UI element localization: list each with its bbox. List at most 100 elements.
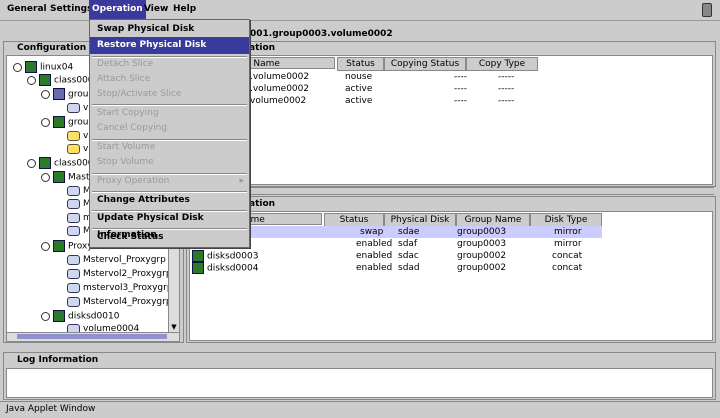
tree-label: class000 (54, 75, 94, 86)
volume-icon (67, 296, 80, 307)
table-cell: concat (552, 263, 583, 273)
disk-info-panel: ation ame Status Physical Disk Group Nam… (186, 196, 716, 343)
table-cell: ----- (498, 96, 515, 106)
tree-label: linux04 (40, 62, 74, 73)
disk-icon (192, 262, 204, 274)
disk-name: disksd0004 (207, 263, 259, 274)
volume-icon (67, 212, 80, 223)
expand-icon[interactable] (41, 117, 50, 127)
disk-name: disksd0003 (207, 251, 259, 262)
tree-node[interactable]: mstervol3_Proxygrp (67, 282, 169, 294)
volume-icon (67, 268, 80, 279)
menu-item-stop-volume: Stop Volume (97, 157, 154, 167)
disk-panel-title: ation (249, 199, 276, 209)
tree-node[interactable]: Mstervol2_Proxygrp (67, 268, 170, 280)
hscroll-thumb[interactable] (17, 334, 167, 339)
menu-item-swap-physical-disk[interactable]: Swap Physical Disk (90, 21, 249, 38)
group-icon (53, 240, 65, 252)
menu-item-check-status[interactable]: Check Status (90, 229, 249, 246)
table-cell: sdad (398, 263, 420, 273)
group-icon (53, 88, 65, 100)
tree-node[interactable]: class000 (27, 74, 94, 86)
scroll-down-icon[interactable]: ▼ (169, 322, 179, 332)
expand-icon[interactable] (27, 75, 36, 85)
expand-icon[interactable] (27, 158, 36, 168)
tree-node[interactable]: v (67, 102, 88, 114)
tree-node[interactable]: grou (41, 116, 88, 128)
tree-node[interactable]: M (67, 185, 91, 197)
menu-item-update-physical-disk-information[interactable]: Update Physical Disk Information (90, 210, 249, 240)
expand-icon[interactable] (41, 172, 50, 182)
class-icon (39, 157, 51, 169)
table-cell: swap (360, 227, 384, 237)
path-title: 001.group0003.volume0002 (250, 29, 393, 39)
trash-icon[interactable] (702, 3, 712, 17)
menu-help[interactable]: Help (170, 0, 199, 19)
tree-node[interactable]: M (67, 198, 91, 210)
table-cell: nouse (345, 72, 373, 82)
menu-item-cancel-copying: Cancel Copying (97, 123, 168, 133)
table-cell: sdaf (398, 239, 418, 249)
expand-icon[interactable] (41, 311, 50, 321)
table-cell: sdae (398, 227, 420, 237)
table-cell: enabled (356, 263, 393, 273)
menu-operation[interactable]: Operation (89, 0, 146, 19)
menu-item-change-attributes[interactable]: Change Attributes (90, 192, 249, 209)
selected-row-highlight (190, 226, 602, 238)
disk-icon (53, 310, 65, 322)
tree-node[interactable]: v (67, 130, 88, 142)
disk-table[interactable]: ame Status Physical Disk Group Name Disk… (189, 211, 713, 341)
volume-table[interactable]: e Name Status Copying Status Copy Type .… (189, 55, 713, 185)
tree-node[interactable]: class000 (27, 157, 94, 169)
tree-node[interactable]: Proxy (41, 240, 93, 252)
tree-node[interactable]: disksd0010 (41, 310, 119, 322)
col-header[interactable]: Status (324, 213, 384, 227)
volume-panel-title: ation (249, 43, 276, 53)
table-cell: mirror (554, 239, 582, 249)
expand-icon[interactable] (41, 89, 50, 99)
tree-label: Mstervol4_Proxygrp (83, 297, 170, 307)
col-header[interactable]: Physical Disk (384, 213, 456, 227)
tree-node[interactable]: Mast (41, 171, 90, 183)
expand-icon[interactable] (41, 241, 50, 251)
volume-icon (67, 254, 80, 265)
volume-info-panel: ation e Name Status Copying Status Copy … (186, 41, 716, 187)
operation-dropdown-menu: Swap Physical Disk Restore Physical Disk… (89, 19, 250, 248)
col-header[interactable]: Status (337, 57, 384, 71)
status-text: Java Applet Window (6, 404, 96, 414)
table-cell: ---- (454, 84, 467, 94)
tree-node[interactable]: Mstervol_Proxygrp (67, 254, 166, 266)
log-textarea[interactable] (6, 368, 713, 398)
tree-label: Mast (68, 172, 90, 183)
expand-icon[interactable] (13, 62, 22, 72)
tree-label: disksd0010 (68, 311, 120, 322)
tree-label: Mstervol_Proxygrp (83, 255, 166, 265)
tree-node[interactable]: v (67, 143, 88, 155)
menubar: General Settings Operation View Help (0, 0, 720, 21)
table-cell: ----- (498, 84, 515, 94)
table-cell: active (345, 96, 373, 106)
group-icon (53, 171, 65, 183)
col-header[interactable]: Group Name (456, 213, 530, 227)
col-header[interactable]: Copying Status (384, 57, 466, 71)
volume-icon (67, 143, 80, 154)
panel-splitter[interactable] (186, 187, 714, 195)
tree-label: v (83, 131, 89, 141)
menu-view[interactable]: View (141, 0, 171, 19)
col-header[interactable]: Disk Type (530, 213, 602, 227)
tree-node[interactable]: M (67, 225, 91, 237)
tree-label: Mstervol2_Proxygrp (83, 269, 170, 279)
table-cell: group0003 (457, 239, 507, 249)
volume-icon (67, 102, 80, 113)
tree-node[interactable]: grou (41, 88, 88, 100)
submenu-arrow-icon: ▸ (239, 176, 244, 186)
table-cell: group0003 (457, 227, 507, 237)
tree-node-linux04[interactable]: linux04 (13, 61, 73, 73)
col-header[interactable]: Copy Type (466, 57, 538, 71)
volume-icon (67, 198, 80, 209)
status-bar: Java Applet Window (0, 401, 720, 418)
menu-general[interactable]: General (4, 0, 50, 19)
tree-node[interactable]: Mstervol4_Proxygrp (67, 296, 170, 308)
menu-item-restore-physical-disk[interactable]: Restore Physical Disk (90, 37, 249, 54)
tree-hscrollbar[interactable] (6, 332, 180, 342)
